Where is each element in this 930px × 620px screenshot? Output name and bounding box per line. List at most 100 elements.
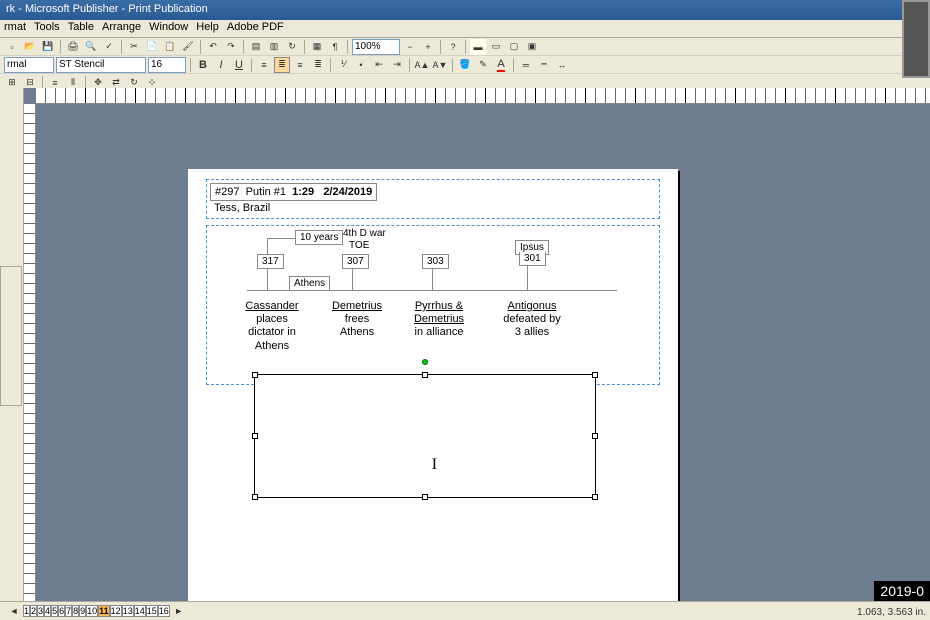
webcam-overlay <box>902 0 930 78</box>
redo-icon[interactable]: ↷ <box>223 39 239 55</box>
preview-icon[interactable]: 🔍 <box>83 39 99 55</box>
decrease-indent-icon[interactable]: ⇤ <box>371 57 387 73</box>
align-center-icon[interactable]: ≣ <box>274 57 290 73</box>
bring-front-icon[interactable]: ▤ <box>248 39 264 55</box>
resize-handle-n[interactable] <box>422 372 428 378</box>
shrink-font-icon[interactable]: A▼ <box>432 57 448 73</box>
workspace: #297 Putin #1 1:29 2/24/2019 Tess, Brazi… <box>0 88 930 601</box>
slide-ref: #297 <box>215 186 239 198</box>
page-tab-2[interactable]: 2 <box>30 605 37 617</box>
page-tab-10[interactable]: 10 <box>86 605 98 617</box>
page-tab-16[interactable]: 16 <box>158 605 170 617</box>
fill-color-icon[interactable]: ▬ <box>470 39 486 55</box>
page-tab-4[interactable]: 4 <box>44 605 51 617</box>
resize-handle-nw[interactable] <box>252 372 258 378</box>
resize-handle-se[interactable] <box>592 494 598 500</box>
slide-topic: Putin #1 <box>246 186 286 198</box>
font-color-icon[interactable]: A <box>493 57 509 73</box>
numbering-icon[interactable]: ⅟ <box>335 57 351 73</box>
underline-icon[interactable]: U <box>231 57 247 73</box>
next-page-icon[interactable]: ► <box>171 603 187 619</box>
publication-page[interactable]: #297 Putin #1 1:29 2/24/2019 Tess, Brazi… <box>188 169 678 601</box>
menu-tools[interactable]: Tools <box>34 21 60 36</box>
send-back-icon[interactable]: ▥ <box>266 39 282 55</box>
page-tab-3[interactable]: 3 <box>37 605 44 617</box>
page-tab-15[interactable]: 15 <box>146 605 158 617</box>
rotate-icon[interactable]: ↻ <box>284 39 300 55</box>
page-tab-1[interactable]: 1 <box>23 605 30 617</box>
floating-panel[interactable] <box>0 266 22 406</box>
spell-icon[interactable]: ✓ <box>101 39 117 55</box>
copy-icon[interactable]: 📄 <box>144 39 160 55</box>
new-icon[interactable]: ▫ <box>4 39 20 55</box>
grow-font-icon[interactable]: A▲ <box>414 57 430 73</box>
dash-style-icon[interactable]: ┅ <box>536 57 552 73</box>
vertical-ruler[interactable] <box>24 104 36 601</box>
resize-handle-s[interactable] <box>422 494 428 500</box>
zoom-combo[interactable] <box>352 39 400 55</box>
menu-format[interactable]: rmat <box>4 21 26 36</box>
desc-pyrrhus: Pyrrhus & Demetrius in alliance <box>409 300 469 340</box>
prev-page-icon[interactable]: ◄ <box>6 603 22 619</box>
menu-arrange[interactable]: Arrange <box>102 21 141 36</box>
page-tab-12[interactable]: 12 <box>110 605 122 617</box>
three-d-icon[interactable]: ▣ <box>524 39 540 55</box>
year-307: 307 <box>342 254 369 269</box>
horizontal-ruler[interactable] <box>36 88 930 104</box>
resize-handle-ne[interactable] <box>592 372 598 378</box>
slide-time: 1:29 <box>292 186 314 198</box>
text-cursor-icon: I <box>432 456 437 474</box>
italic-icon[interactable]: I <box>213 57 229 73</box>
save-icon[interactable]: 💾 <box>40 39 56 55</box>
duration-box: 10 years <box>295 230 343 245</box>
menu-adobe-pdf[interactable]: Adobe PDF <box>227 21 284 36</box>
desc-demetrius: Demetrius frees Athens <box>329 300 385 340</box>
columns-icon[interactable]: ▦ <box>309 39 325 55</box>
header-frame[interactable]: #297 Putin #1 1:29 2/24/2019 Tess, Brazi… <box>206 179 660 219</box>
fontsize-combo[interactable] <box>148 57 186 73</box>
arrow-style-icon[interactable]: ↔ <box>554 57 570 73</box>
menu-help[interactable]: Help <box>196 21 219 36</box>
formatting-toolbar: B I U ≡ ≣ ≡ ≣ ⅟ • ⇤ ⇥ A▲ A▼ 🪣 ✎ A ═ ┅ ↔ <box>0 56 930 74</box>
page-tab-14[interactable]: 14 <box>134 605 146 617</box>
paste-icon[interactable]: 📋 <box>162 39 178 55</box>
paragraph-icon[interactable]: ¶ <box>327 39 343 55</box>
diagram-frame[interactable]: 10 years 4th D war TOE 317 307 <box>206 225 660 385</box>
menu-bar: rmat Tools Table Arrange Window Help Ado… <box>0 20 930 38</box>
slide-title-box[interactable]: #297 Putin #1 1:29 2/24/2019 <box>210 183 377 201</box>
font-combo[interactable] <box>56 57 146 73</box>
cut-icon[interactable]: ✂ <box>126 39 142 55</box>
open-icon[interactable]: 📂 <box>22 39 38 55</box>
help-icon[interactable]: ? <box>445 39 461 55</box>
shadow-icon[interactable]: ▢ <box>506 39 522 55</box>
fill-color2-icon[interactable]: 🪣 <box>457 57 473 73</box>
page-tab-11[interactable]: 11 <box>98 605 110 617</box>
city-athens: Athens <box>289 276 330 291</box>
menu-table[interactable]: Table <box>68 21 94 36</box>
format-painter-icon[interactable]: 🖌 <box>180 39 196 55</box>
undo-icon[interactable]: ↶ <box>205 39 221 55</box>
rotation-handle[interactable] <box>422 359 428 365</box>
resize-handle-w[interactable] <box>252 433 258 439</box>
align-right-icon[interactable]: ≡ <box>292 57 308 73</box>
line-style-icon[interactable]: ═ <box>518 57 534 73</box>
zoom-in-icon[interactable]: + <box>420 39 436 55</box>
selected-text-frame[interactable]: I <box>254 374 596 498</box>
menu-window[interactable]: Window <box>149 21 188 36</box>
zoom-out-icon[interactable]: − <box>402 39 418 55</box>
resize-handle-sw[interactable] <box>252 494 258 500</box>
style-combo[interactable] <box>4 57 54 73</box>
resize-handle-e[interactable] <box>592 433 598 439</box>
line-color2-icon[interactable]: ✎ <box>475 57 491 73</box>
line-color-icon[interactable]: ▭ <box>488 39 504 55</box>
bullets-icon[interactable]: • <box>353 57 369 73</box>
canvas[interactable]: #297 Putin #1 1:29 2/24/2019 Tess, Brazi… <box>36 104 930 601</box>
status-coords: 1.063, 3.563 in. <box>857 607 926 618</box>
justify-icon[interactable]: ≣ <box>310 57 326 73</box>
increase-indent-icon[interactable]: ⇥ <box>389 57 405 73</box>
print-icon[interactable]: 🖨 <box>65 39 81 55</box>
page-tab-13[interactable]: 13 <box>122 605 134 617</box>
align-left-icon[interactable]: ≡ <box>256 57 272 73</box>
desc-antigonus: Antigonus defeated by 3 allies <box>503 300 561 340</box>
bold-icon[interactable]: B <box>195 57 211 73</box>
